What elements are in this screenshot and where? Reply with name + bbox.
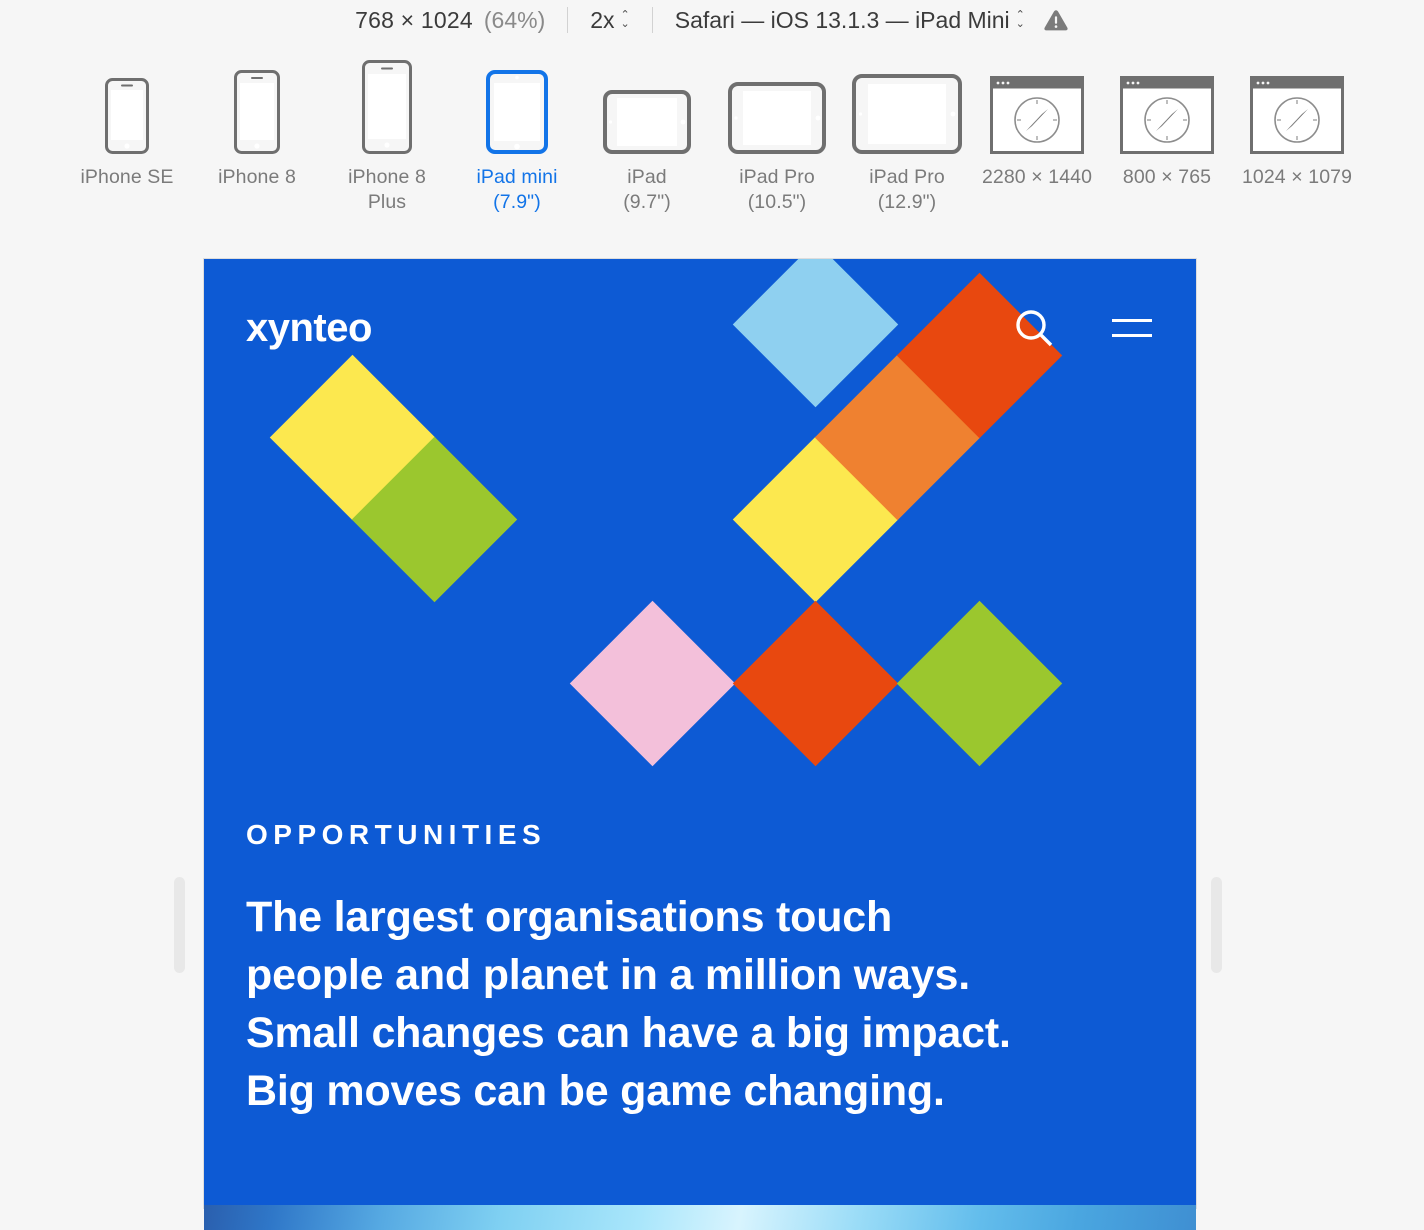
hero-headline: The largest organisations touch people a… <box>246 888 1126 1120</box>
user-agent-group[interactable]: Safari — iOS 13.1.3 — iPad Mini ⌃ ⌄ <box>675 7 1069 34</box>
device-preset-ipad-mini[interactable]: iPad mini (7.9") <box>452 62 582 215</box>
device-preset-iphone-8[interactable]: iPhone 8 <box>192 62 322 190</box>
device-preset-label: iPad Pro (12.9") <box>869 165 945 215</box>
ipad-landscape-icon <box>603 62 691 154</box>
chevron-down-icon[interactable]: ⌄ <box>1016 19 1025 30</box>
user-agent-stepper-icon[interactable]: ⌃ ⌄ <box>1016 10 1025 30</box>
site-header: xynteo <box>204 297 1196 359</box>
ipad-landscape-icon <box>728 62 826 154</box>
diamond-green-bottom <box>896 600 1063 767</box>
device-preset-label: 1024 × 1079 <box>1241 166 1353 188</box>
responsive-design-mode-toolbar: 768 × 1024 (64%) 2x ⌃ ⌄ Safari — iOS 13.… <box>0 0 1424 40</box>
warning-triangle-icon[interactable] <box>1043 8 1069 32</box>
device-presets-row: iPhone SE iPhone 8 iPhone 8 Plus iPad mi… <box>0 40 1424 215</box>
hero-eyebrow: OPPORTUNITIES <box>246 819 547 850</box>
simulator-stage: xynteo OPPORTUNITIES The largest organis… <box>0 259 1424 1208</box>
safari-window-icon <box>1120 62 1214 154</box>
chevron-down-icon[interactable]: ⌄ <box>621 19 630 30</box>
hero-copy: OPPORTUNITIES The largest organisations … <box>246 819 1126 1120</box>
viewport-dimensions[interactable]: 768 × 1024 <box>355 7 473 34</box>
diamond-red-bottom <box>732 600 899 767</box>
device-preset-label-line2: (9.7") <box>623 191 671 213</box>
hamburger-line <box>1112 334 1152 337</box>
headline-line: Small changes can have a big impact. <box>246 1009 1011 1057</box>
hamburger-line <box>1112 319 1152 322</box>
hamburger-menu-icon[interactable] <box>1112 319 1152 337</box>
iphone-icon <box>105 62 149 154</box>
device-preset-label: iPad (9.7") <box>623 165 671 215</box>
device-preset-label-line1: iPad mini <box>476 166 558 188</box>
search-icon[interactable] <box>1012 306 1056 350</box>
device-preset-label-line2: (12.9") <box>877 191 937 213</box>
user-agent-value[interactable]: Safari — iOS 13.1.3 — iPad Mini <box>675 7 1010 34</box>
simulated-page-viewport: xynteo OPPORTUNITIES The largest organis… <box>204 259 1196 1208</box>
device-preset-label: iPad Pro (10.5") <box>739 165 815 215</box>
device-preset-2280x1440[interactable]: 2280 × 1440 <box>972 62 1102 190</box>
device-preset-label-line2: (7.9") <box>493 191 541 213</box>
device-preset-ipad-pro-129[interactable]: iPad Pro (12.9") <box>842 62 972 215</box>
device-preset-800x765[interactable]: 800 × 765 <box>1102 62 1232 190</box>
safari-window-icon <box>990 62 1084 154</box>
iphone-icon <box>362 60 412 154</box>
viewport-resize-handle-right[interactable] <box>1211 877 1222 973</box>
headline-line: people and planet in a million ways. <box>246 951 970 999</box>
site-logo[interactable]: xynteo <box>246 308 372 348</box>
pixel-scale-value[interactable]: 2x <box>590 7 614 34</box>
device-preset-iphone-8-plus[interactable]: iPhone 8 Plus <box>322 60 452 215</box>
device-preset-ipad-97[interactable]: iPad (9.7") <box>582 62 712 215</box>
device-preset-label-line1: iPad Pro <box>739 166 815 188</box>
device-preset-1024x1079[interactable]: 1024 × 1079 <box>1232 62 1362 190</box>
viewport-zoom-percent: (64%) <box>483 6 546 33</box>
safari-window-icon <box>1250 62 1344 154</box>
iphone-icon <box>234 62 280 154</box>
device-preset-label: 800 × 765 <box>1122 166 1212 188</box>
device-preset-label: iPhone 8 <box>218 166 296 188</box>
pixel-scale-stepper-icon[interactable]: ⌃ ⌄ <box>621 10 630 30</box>
device-preset-label: 2280 × 1440 <box>981 166 1093 188</box>
device-preset-label: iPhone SE <box>80 166 174 188</box>
device-preset-label-line2: (10.5") <box>747 191 807 213</box>
ipad-portrait-icon <box>486 62 548 154</box>
diamond-pink-bottom <box>569 600 736 767</box>
device-preset-iphone-se[interactable]: iPhone SE <box>62 62 192 190</box>
device-preset-label: iPhone 8 Plus <box>348 165 426 215</box>
headline-line: The largest organisations touch <box>246 893 893 941</box>
toolbar-divider-2 <box>651 7 653 33</box>
next-section-image-strip <box>204 1205 1196 1230</box>
toolbar-divider-1 <box>567 7 569 33</box>
viewport-size-group[interactable]: 768 × 1024 (64%) <box>355 7 545 34</box>
header-actions <box>1012 306 1152 350</box>
device-preset-label-line1: iPhone 8 <box>348 166 426 188</box>
device-preset-label-line1: iPad Pro <box>869 166 945 188</box>
headline-line: Big moves can be game changing. <box>246 1067 945 1115</box>
viewport-resize-handle-left[interactable] <box>174 877 185 973</box>
device-preset-label: iPad mini (7.9") <box>476 165 557 215</box>
ipad-landscape-icon <box>852 62 962 154</box>
pixel-scale-group[interactable]: 2x ⌃ ⌄ <box>590 7 630 34</box>
device-preset-ipad-pro-105[interactable]: iPad Pro (10.5") <box>712 62 842 215</box>
device-preset-label-line2: Plus <box>367 191 407 213</box>
device-preset-label-line1: iPad <box>627 166 667 188</box>
